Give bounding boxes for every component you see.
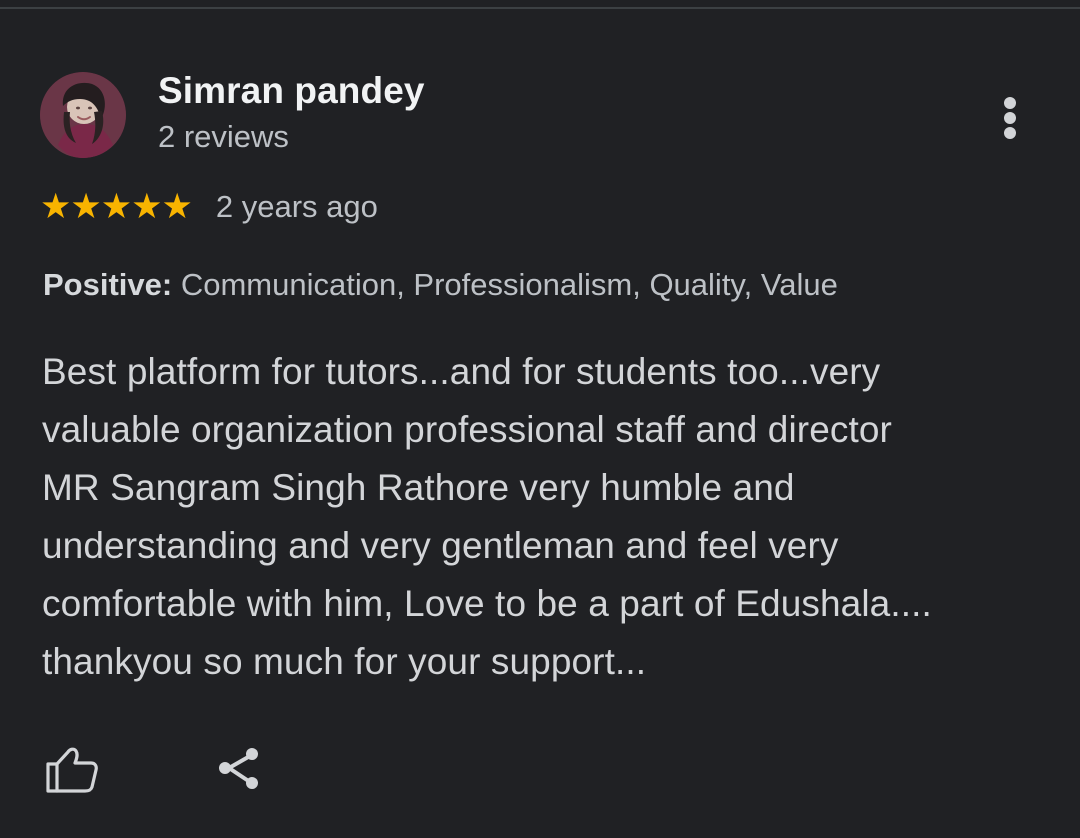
reviewer-photo-image <box>40 72 126 158</box>
review-actions <box>44 740 284 800</box>
review-time: 2 years ago <box>215 189 378 224</box>
star-rating: ★★★★★ <box>40 187 193 227</box>
more-options-button[interactable] <box>988 92 1032 144</box>
review-text-line-2: valuable organization professional staff… <box>42 409 892 450</box>
share-button[interactable] <box>212 740 268 796</box>
rating-row: ★★★★★ 2 years ago <box>40 184 378 230</box>
helpful-button[interactable] <box>44 740 100 796</box>
share-icon <box>219 748 258 789</box>
top-divider <box>0 0 1080 9</box>
thumbs-up-icon <box>46 747 98 793</box>
review-text-line-6: thankyou so much for your support... <box>42 641 647 682</box>
reviewer-avatar[interactable] <box>40 72 126 158</box>
review-text-line-4: understanding and very gentleman and fee… <box>42 525 839 566</box>
more-vert-icon-dot-top <box>1004 97 1016 109</box>
more-vert-icon-dot-middle <box>1004 112 1016 124</box>
review-text-line-3: MR Sangram Singh Rathore very humble and <box>42 467 795 508</box>
reviewer-review-count: 2 reviews <box>158 119 289 154</box>
review-text-line-5: comfortable with him, Love to be a part … <box>42 583 932 624</box>
positive-attributes: Positive: Communication, Professionalism… <box>43 264 838 306</box>
more-vert-icon-dot-bottom <box>1004 127 1016 139</box>
positive-values: Communication, Professionalism, Quality,… <box>172 267 838 302</box>
review-text: Best platform for tutors...and for stude… <box>42 343 1032 691</box>
positive-label: Positive: <box>43 267 173 302</box>
review-text-line-1: Best platform for tutors...and for stude… <box>42 351 881 392</box>
reviewer-name[interactable]: Simran pandey <box>158 68 425 114</box>
